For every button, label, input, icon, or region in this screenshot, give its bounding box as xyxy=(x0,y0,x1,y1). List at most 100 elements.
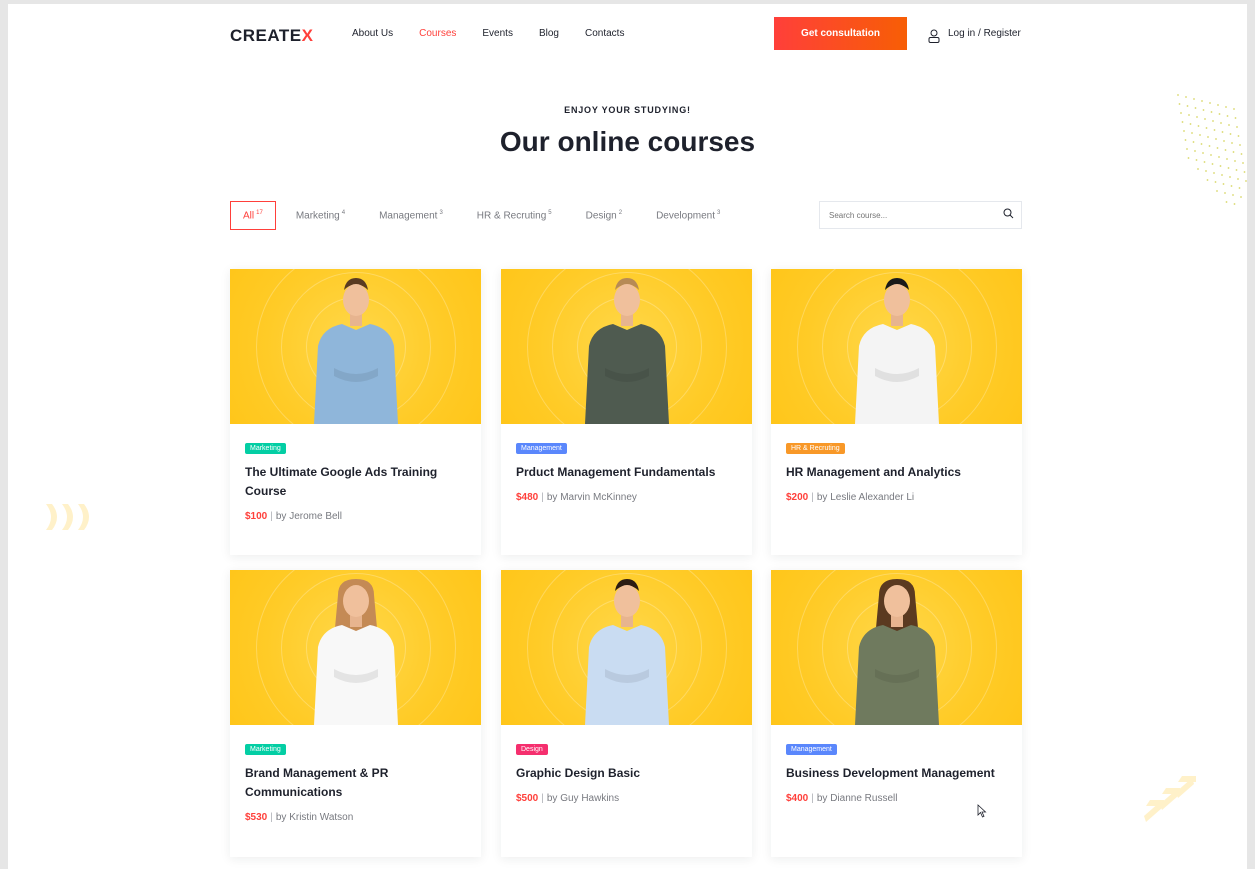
category-filters: All 17 Marketing 4 Management 3 HR & Recrut… xyxy=(230,201,754,231)
filter-management[interactable]: Management 3 xyxy=(379,210,443,221)
course-card[interactable]: Management Prduct Management Fundamental… xyxy=(501,269,752,555)
course-image[interactable] xyxy=(501,570,752,725)
course-title[interactable]: Business Development Management xyxy=(786,764,1007,783)
filter-all[interactable]: All 17 xyxy=(230,201,276,231)
decoration-dot xyxy=(1239,144,1241,146)
course-card[interactable]: Design Graphic Design Basic $500 | by Guy … xyxy=(501,570,752,857)
decoration-dot xyxy=(1223,140,1225,142)
nav-events[interactable]: Events xyxy=(482,28,513,39)
course-card[interactable]: Marketing The Ultimate Google Ads Traini… xyxy=(230,269,481,555)
decoration-dot xyxy=(1229,133,1232,135)
decoration-dot xyxy=(1217,104,1219,106)
decoration-dot xyxy=(1207,136,1209,138)
meta-separator: | xyxy=(270,511,273,522)
meta-separator: | xyxy=(270,812,273,823)
search-input[interactable] xyxy=(820,210,990,220)
decoration-dot xyxy=(1221,131,1224,133)
chevrons-decoration xyxy=(46,504,89,530)
course-meta: $500 | by Guy Hawkins xyxy=(516,793,737,804)
instructor-photo xyxy=(584,579,669,725)
course-card-body: HR & Recruting HR Management and Analyti… xyxy=(771,424,1022,518)
course-image[interactable] xyxy=(771,269,1022,424)
instructor-photo xyxy=(313,278,398,424)
decoration-dot xyxy=(1235,169,1238,171)
decoration-dot xyxy=(1233,108,1235,110)
course-title[interactable]: Graphic Design Basic xyxy=(516,764,737,783)
decoration-dot xyxy=(1188,114,1190,116)
decoration-dot xyxy=(1242,162,1244,164)
course-price: $530 xyxy=(245,812,268,823)
filter-label: HR & Recruting xyxy=(476,210,547,222)
nav-courses[interactable]: Courses xyxy=(419,28,456,39)
decoration-dot xyxy=(1181,121,1184,123)
course-tag: Marketing xyxy=(245,744,286,755)
decoration-dot xyxy=(1224,192,1226,194)
decoration-dot xyxy=(1180,112,1182,114)
section-eyebrow: ENJOY YOUR STUDYING! xyxy=(564,105,691,115)
course-title[interactable]: Brand Management & PR Communications xyxy=(245,764,466,802)
decoration-dot xyxy=(1237,178,1239,180)
course-title[interactable]: The Ultimate Google Ads Training Course xyxy=(245,463,466,501)
decoration-dot xyxy=(1213,172,1215,174)
decoration-dot xyxy=(1189,123,1192,125)
decoration-dot xyxy=(1230,185,1233,187)
decoration-dot xyxy=(1194,107,1197,109)
meta-separator: | xyxy=(541,492,544,503)
filter-development[interactable]: Development 3 xyxy=(656,210,720,221)
decoration-dot xyxy=(1204,118,1206,120)
main-nav: About Us Courses Events Blog Contacts xyxy=(352,28,650,39)
decoration-dot xyxy=(1197,125,1200,127)
meta-separator: | xyxy=(811,793,814,804)
filter-count: 3 xyxy=(439,210,443,216)
decoration-dot xyxy=(1211,163,1214,165)
search-icon xyxy=(1003,206,1014,224)
course-image[interactable] xyxy=(501,269,752,424)
course-author: by Marvin McKinney xyxy=(546,492,637,503)
filter-design[interactable]: Design 2 xyxy=(586,210,622,221)
filter-count: 4 xyxy=(341,210,346,216)
nav-blog[interactable]: Blog xyxy=(539,28,559,39)
decoration-dot xyxy=(1193,98,1195,100)
decoration-dot xyxy=(1177,94,1179,96)
filter-hr-recruting[interactable]: HR & Recruting 5 xyxy=(477,210,552,221)
decoration-dot xyxy=(1200,143,1203,145)
filter-marketing[interactable]: Marketing 4 xyxy=(296,210,345,221)
course-image[interactable] xyxy=(230,570,481,725)
course-tag: Management xyxy=(516,443,567,454)
filter-label: All xyxy=(243,210,255,222)
logo[interactable]: CREATEX xyxy=(230,26,313,46)
filter-label: Design xyxy=(585,210,617,222)
filter-label: Marketing xyxy=(295,210,340,222)
decoration-dot xyxy=(1218,156,1220,158)
decoration-dot xyxy=(1234,160,1236,162)
decoration-dot xyxy=(1236,126,1238,128)
user-icon[interactable] xyxy=(928,29,940,43)
filter-count: 5 xyxy=(548,210,552,216)
decoration-dot xyxy=(1213,129,1216,131)
get-consultation-button[interactable]: Get consultation xyxy=(774,17,907,50)
decoration-dot xyxy=(1226,115,1229,117)
decoration-dot xyxy=(1194,150,1196,152)
filter-count: 17 xyxy=(256,210,263,216)
course-title[interactable]: HR Management and Analytics xyxy=(786,463,1007,482)
course-card[interactable]: Marketing Brand Management & PR Communic… xyxy=(230,570,481,857)
instructor-photo xyxy=(854,278,939,424)
course-title[interactable]: Prduct Management Fundamentals xyxy=(516,463,737,482)
nav-about-us[interactable]: About Us xyxy=(352,28,393,39)
decoration-dot xyxy=(1232,194,1234,196)
course-card[interactable]: HR & Recruting HR Management and Analyti… xyxy=(771,269,1022,555)
filter-count: 3 xyxy=(717,210,721,216)
search-button[interactable] xyxy=(997,204,1019,226)
nav-contacts[interactable]: Contacts xyxy=(585,28,624,39)
decoration-dot xyxy=(1238,187,1241,189)
login-register-link[interactable]: Log in / Register xyxy=(948,28,1021,39)
course-image[interactable] xyxy=(230,269,481,424)
decoration-dot xyxy=(1225,106,1227,108)
instructor-photo xyxy=(313,579,398,725)
course-author: by Kristin Watson xyxy=(275,812,354,823)
course-image[interactable] xyxy=(771,570,1022,725)
decoration-dot xyxy=(1216,147,1219,149)
course-tag: Management xyxy=(786,744,837,755)
decoration-dot xyxy=(1205,170,1207,172)
decoration-dot xyxy=(1187,157,1190,159)
